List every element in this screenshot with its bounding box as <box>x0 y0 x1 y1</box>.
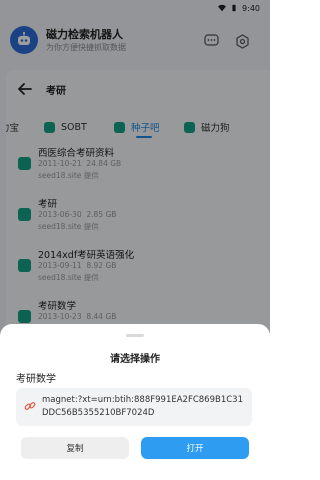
copy-button[interactable]: 复制 <box>21 437 129 459</box>
drag-handle[interactable] <box>126 334 144 337</box>
sheet-title: 请选择操作 <box>110 354 160 365</box>
selected-item-name: 考研数学 <box>16 374 56 385</box>
magnet-link-box[interactable]: magnet:?xt=urn:btih:888F991EA2FC869B1C31… <box>16 388 252 426</box>
magnet-link-text: magnet:?xt=urn:btih:888F991EA2FC869B1C31… <box>42 395 243 418</box>
screen: 9:40 磁力检索机器人 为你方便快捷抓取数据 考研 宝 SOBT 种子吧 磁力… <box>0 0 270 480</box>
open-button[interactable]: 打开 <box>141 437 249 459</box>
action-sheet: 请选择操作 考研数学 magnet:?xt=urn:btih:888F991EA… <box>0 324 270 480</box>
link-icon <box>24 402 36 410</box>
